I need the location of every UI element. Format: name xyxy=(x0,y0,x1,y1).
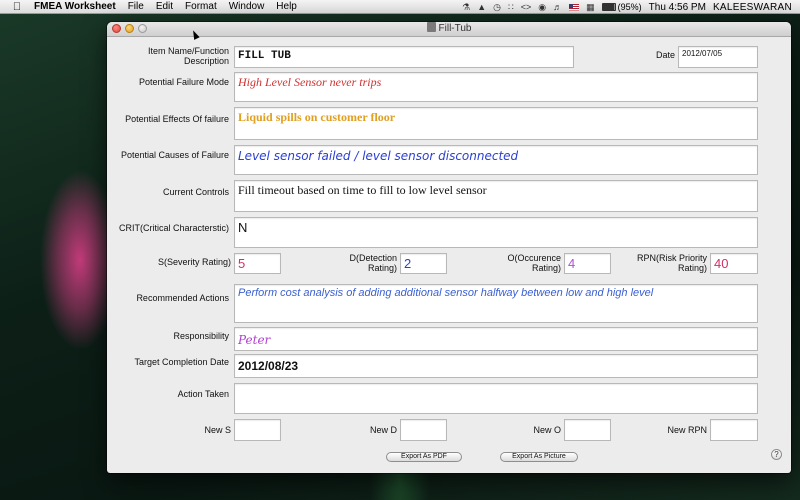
menu-format[interactable]: Format xyxy=(185,1,217,12)
severity-label: S(Severity Rating) xyxy=(157,257,231,267)
item-name-label: Item Name/Function Description xyxy=(147,46,229,66)
responsibility-label: Responsibility xyxy=(173,331,229,341)
new-rpn-field[interactable] xyxy=(710,419,758,441)
code-icon[interactable]: <> xyxy=(521,2,532,12)
crit-field[interactable]: N xyxy=(234,217,758,248)
detection-value: 2 xyxy=(404,256,412,271)
date-value: 2012/07/05 xyxy=(682,49,723,58)
export-pdf-button[interactable]: Export As PDF xyxy=(386,452,462,462)
export-picture-button[interactable]: Export As Picture xyxy=(500,452,578,462)
occurrence-value: 4 xyxy=(568,256,576,271)
action-taken-label: Action Taken xyxy=(177,389,229,399)
controls-field[interactable]: Fill timeout based on time to fill to lo… xyxy=(234,180,758,212)
user-menu[interactable]: KALEESWARAN xyxy=(713,2,792,13)
menu-file[interactable]: File xyxy=(128,1,144,12)
status-area: ⚗ ▲ ◷ ∷ <> ◉ ♬ ▦ (95%) Thu 4:56 PM KALEE… xyxy=(462,0,792,14)
effects-field[interactable]: Liquid spills on customer floor xyxy=(234,107,758,140)
new-o-field[interactable] xyxy=(564,419,611,441)
controls-label: Current Controls xyxy=(162,187,229,197)
crit-value: N xyxy=(238,220,248,235)
new-rpn-label: New RPN xyxy=(667,425,707,435)
apple-menu-icon[interactable]:  xyxy=(10,1,24,13)
action-taken-field[interactable] xyxy=(234,383,758,414)
menu-clock[interactable]: Thu 4:56 PM xyxy=(649,2,706,13)
new-o-label: New O xyxy=(533,425,561,435)
new-s-label: New S xyxy=(204,425,231,435)
causes-value: Level sensor failed / level sensor disco… xyxy=(238,149,519,163)
volume-icon[interactable]: ♬ xyxy=(553,2,562,12)
menu-app-name[interactable]: FMEA Worksheet xyxy=(34,1,116,12)
window-title-text: Fill-Tub xyxy=(438,23,472,34)
time-machine-icon[interactable]: ◷ xyxy=(493,2,501,13)
document-icon xyxy=(426,22,436,32)
rpn-value: 40 xyxy=(714,256,729,271)
effects-value: Liquid spills on customer floor xyxy=(238,110,396,124)
help-button[interactable]: ? xyxy=(771,449,782,460)
window-title: Fill-Tub xyxy=(107,22,791,36)
new-s-field[interactable] xyxy=(234,419,281,441)
rpn-field[interactable]: 40 xyxy=(710,253,758,274)
recommended-value: Perform cost analysis of adding addition… xyxy=(238,287,654,299)
date-label: Date xyxy=(655,50,675,60)
recommended-label: Recommended Actions xyxy=(136,293,229,303)
us-flag-icon[interactable] xyxy=(569,3,580,11)
detection-field[interactable]: 2 xyxy=(400,253,447,274)
target-date-value: 2012/08/23 xyxy=(238,359,299,373)
menu-help[interactable]: Help xyxy=(276,1,297,12)
sync-icon[interactable]: ⚗ xyxy=(462,2,470,13)
recommended-field[interactable]: Perform cost analysis of adding addition… xyxy=(234,284,758,323)
wifi-icon[interactable]: ◉ xyxy=(538,2,546,13)
occurrence-field[interactable]: 4 xyxy=(564,253,611,274)
menu-edit[interactable]: Edit xyxy=(156,1,173,12)
rpn-label: RPN(Risk Priority Rating) xyxy=(636,253,707,273)
failure-mode-value: High Level Sensor never trips xyxy=(238,75,382,89)
crit-label: CRIT(Critical Characterstic) xyxy=(118,223,229,233)
menu-bar:  FMEA Worksheet File Edit Format Window… xyxy=(0,0,800,14)
responsibility-value: Peter xyxy=(238,333,271,347)
bluetooth-icon[interactable]: ∷ xyxy=(508,2,514,13)
date-field[interactable]: 2012/07/05 xyxy=(678,46,758,68)
battery-indicator[interactable]: (95%) xyxy=(601,2,642,12)
failure-mode-field[interactable]: High Level Sensor never trips xyxy=(234,72,758,102)
new-d-label: New D xyxy=(369,425,397,435)
target-date-field[interactable]: 2012/08/23 xyxy=(234,354,758,378)
detection-label: D(Detection Rating) xyxy=(349,253,397,273)
occurrence-label: O(Occurence Rating) xyxy=(507,253,561,273)
causes-field[interactable]: Level sensor failed / level sensor disco… xyxy=(234,145,758,175)
battery-percent: (95%) xyxy=(617,2,642,12)
effects-label: Potential Effects Of failure xyxy=(125,114,229,124)
controls-value: Fill timeout based on time to fill to lo… xyxy=(238,183,487,197)
severity-field[interactable]: 5 xyxy=(234,253,281,274)
item-name-value: FILL TUB xyxy=(238,50,291,62)
new-d-field[interactable] xyxy=(400,419,447,441)
fmea-window: Fill-Tub Item Name/Function Description … xyxy=(107,22,791,473)
input-menu-icon[interactable]: ▦ xyxy=(586,2,595,13)
title-bar[interactable]: Fill-Tub xyxy=(107,22,791,37)
target-date-label: Target Completion Date xyxy=(134,357,229,367)
menu-window[interactable]: Window xyxy=(229,1,265,12)
battery-icon xyxy=(601,3,616,11)
responsibility-field[interactable]: Peter xyxy=(234,327,758,351)
dropbox-icon[interactable]: ▲ xyxy=(477,2,486,12)
severity-value: 5 xyxy=(238,256,246,271)
causes-label: Potential Causes of Failure xyxy=(120,150,229,160)
item-name-field[interactable]: FILL TUB xyxy=(234,46,574,68)
failure-mode-label: Potential Failure Mode xyxy=(138,77,229,87)
